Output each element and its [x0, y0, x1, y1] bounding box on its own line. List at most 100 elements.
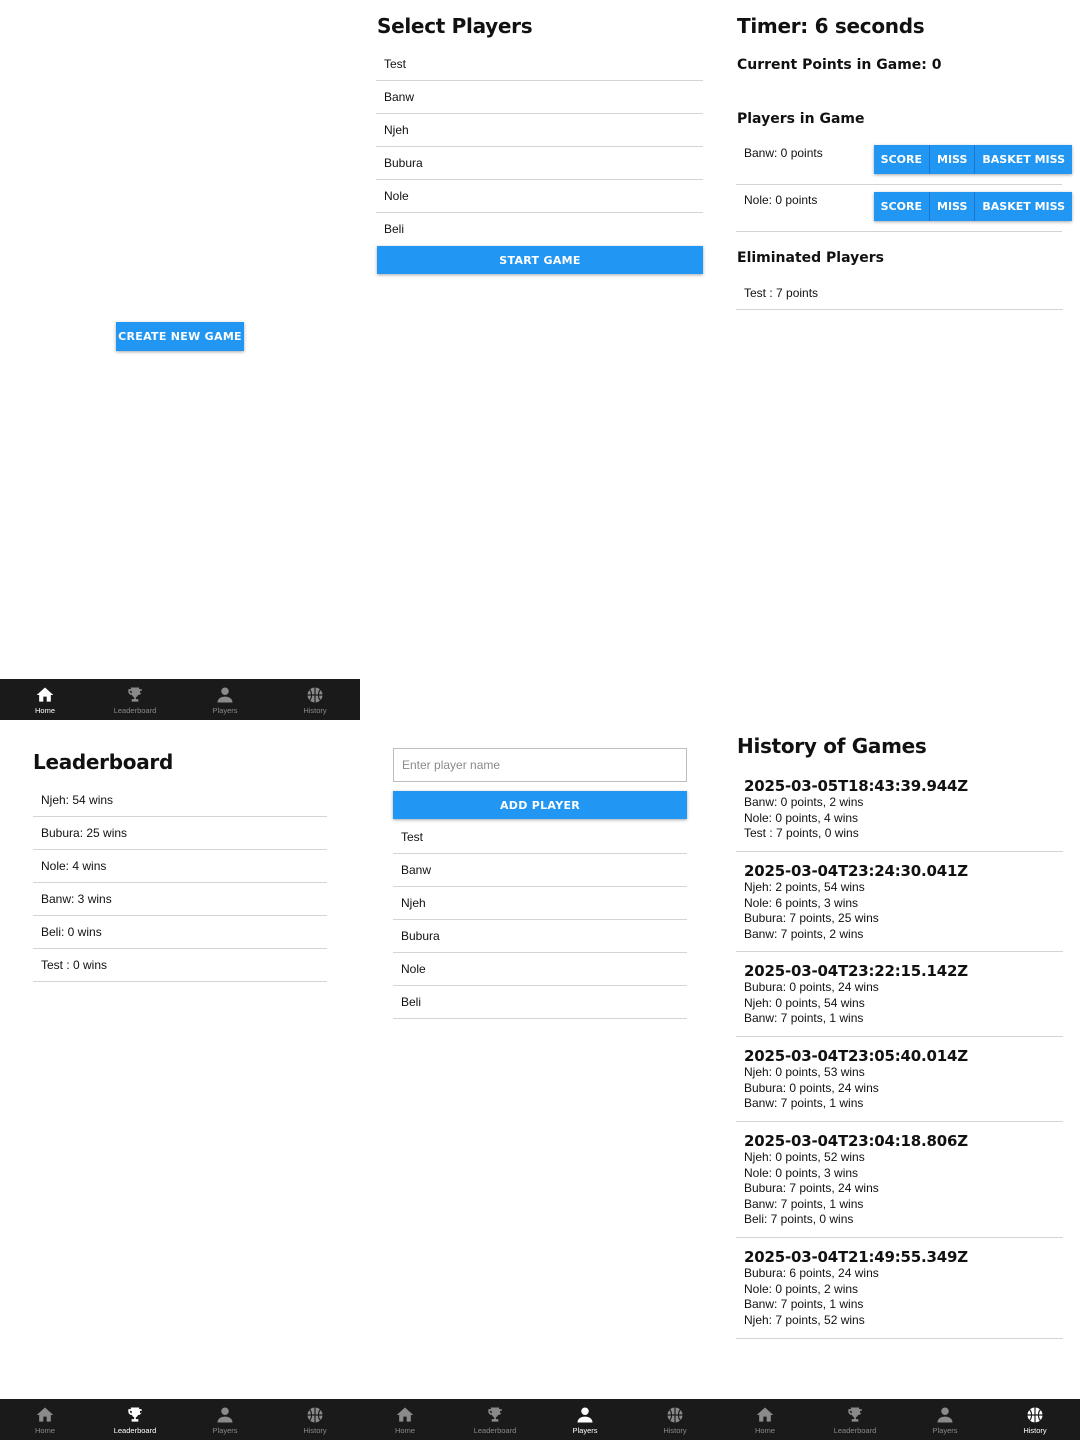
score-button[interactable]: SCORE — [873, 192, 931, 221]
nav-home[interactable]: Home — [0, 1399, 90, 1440]
select-player-item[interactable]: Nole — [376, 179, 703, 213]
history-line: Test : 7 points, 0 wins — [744, 826, 859, 841]
history-entry: 2025-03-05T18:43:39.944Z Banw: 0 points,… — [736, 777, 1063, 852]
nav-home[interactable]: Home — [360, 1399, 450, 1440]
trophy-icon — [848, 1407, 862, 1422]
select-player-item[interactable]: Bubura — [376, 146, 703, 180]
home-icon — [36, 687, 54, 702]
basket-miss-button[interactable]: BASKET MISS — [975, 192, 1072, 221]
eliminated-player-item: Test : 7 points — [736, 276, 1063, 310]
nav-home[interactable]: Home — [720, 1399, 810, 1440]
history-line: Njeh: 7 points, 52 wins — [744, 1312, 865, 1327]
history-date: 2025-03-04T23:04:18.806Z — [744, 1132, 968, 1150]
nav-players[interactable]: Players — [180, 1399, 270, 1440]
player-list-item: Banw — [393, 853, 687, 887]
player-list-item: Beli — [393, 985, 687, 1019]
nav-label: Home — [34, 1426, 55, 1435]
nav-label: Home — [754, 1426, 775, 1435]
player-list-item: Test — [393, 820, 687, 854]
history-date: 2025-03-05T18:43:39.944Z — [744, 777, 968, 795]
current-points: Current Points in Game: 0 — [737, 57, 942, 73]
person-icon — [937, 1407, 953, 1423]
nav-label: Leaderboard — [833, 1426, 877, 1435]
basketball-icon — [307, 687, 323, 703]
nav-label: Players — [212, 1426, 238, 1435]
nav-players[interactable]: Players — [540, 1399, 630, 1440]
add-player-button[interactable]: ADD PLAYER — [393, 791, 687, 819]
nav-history[interactable]: History — [630, 1399, 720, 1440]
history-line: Banw: 7 points, 2 wins — [744, 926, 864, 941]
history-entry: 2025-03-04T21:49:55.349Z Bubura: 6 point… — [736, 1248, 1063, 1339]
history-line: Bubura: 7 points, 25 wins — [744, 911, 879, 926]
player-list-item: Bubura — [393, 919, 687, 953]
home-icon — [36, 1407, 54, 1422]
nav-label: Players — [572, 1426, 598, 1435]
nav-leaderboard[interactable]: Leaderboard — [810, 1399, 900, 1440]
nav-leaderboard[interactable]: Leaderboard — [450, 1399, 540, 1440]
nav-label: Home — [34, 706, 55, 715]
nav-home[interactable]: Home — [0, 679, 90, 720]
select-player-item[interactable]: Beli — [376, 212, 703, 246]
select-player-item[interactable]: Test — [376, 47, 703, 81]
history-line: Njeh: 0 points, 54 wins — [744, 995, 865, 1010]
bottom-nav: Home Leaderboard Players History — [720, 1399, 1080, 1440]
page-title: Select Players — [377, 14, 533, 38]
leaderboard-item: Nole: 4 wins — [33, 849, 327, 883]
nav-label: Home — [394, 1426, 415, 1435]
nav-label: Leaderboard — [113, 706, 157, 715]
history-date: 2025-03-04T21:49:55.349Z — [744, 1248, 968, 1266]
eliminated-players-heading: Eliminated Players — [737, 250, 884, 266]
player-points-label: Banw: 0 points — [744, 146, 823, 160]
player-list-item: Njeh — [393, 886, 687, 920]
history-line: Bubura: 0 points, 24 wins — [744, 1080, 879, 1095]
person-icon — [217, 687, 233, 703]
select-player-item[interactable]: Njeh — [376, 113, 703, 147]
nav-leaderboard[interactable]: Leaderboard — [90, 1399, 180, 1440]
history-entry: 2025-03-04T23:05:40.014Z Njeh: 0 points,… — [736, 1047, 1063, 1122]
start-game-button[interactable]: START GAME — [377, 246, 703, 274]
nav-label: Players — [932, 1426, 958, 1435]
leaderboard-item: Test : 0 wins — [33, 948, 327, 982]
home-screen: CREATE NEW GAME — [0, 0, 360, 720]
score-button[interactable]: SCORE — [873, 145, 931, 174]
nav-players[interactable]: Players — [180, 679, 270, 720]
create-new-game-button[interactable]: CREATE NEW GAME — [116, 322, 244, 351]
basketball-icon — [1027, 1407, 1043, 1423]
nav-label: Players — [212, 706, 238, 715]
select-player-item[interactable]: Banw — [376, 80, 703, 114]
history-line: Bubura: 6 points, 24 wins — [744, 1266, 879, 1280]
history-line: Nole: 0 points, 2 wins — [744, 1281, 859, 1296]
basket-miss-button[interactable]: BASKET MISS — [975, 145, 1072, 174]
miss-button[interactable]: MISS — [930, 192, 976, 221]
nav-label: History — [303, 1426, 327, 1435]
nav-history[interactable]: History — [270, 1399, 360, 1440]
history-line: Banw: 7 points, 1 wins — [744, 1297, 864, 1312]
nav-history[interactable]: History — [270, 679, 360, 720]
timer-display: Timer: 6 seconds — [737, 14, 925, 38]
player-points-label: Nole: 0 points — [744, 193, 818, 207]
miss-button[interactable]: MISS — [930, 145, 976, 174]
home-icon — [396, 1407, 414, 1422]
game-player-row: Banw: 0 points SCORE MISS BASKET MISS — [736, 138, 1072, 185]
history-line: Bubura: 0 points, 24 wins — [744, 980, 879, 994]
trophy-icon — [128, 1407, 142, 1422]
nav-label: History — [1023, 1426, 1047, 1435]
player-name-input[interactable] — [393, 748, 687, 782]
history-line: Njeh: 2 points, 54 wins — [744, 880, 865, 894]
nav-players[interactable]: Players — [900, 1399, 990, 1440]
history-line: Bubura: 7 points, 24 wins — [744, 1181, 879, 1196]
history-date: 2025-03-04T23:05:40.014Z — [744, 1047, 968, 1065]
basketball-icon — [307, 1407, 323, 1423]
history-line: Nole: 6 points, 3 wins — [744, 895, 859, 910]
history-line: Banw: 7 points, 1 wins — [744, 1196, 864, 1211]
person-icon — [577, 1407, 593, 1423]
person-icon — [217, 1407, 233, 1423]
nav-leaderboard[interactable]: Leaderboard — [90, 679, 180, 720]
history-entry: 2025-03-04T23:24:30.041Z Njeh: 2 points,… — [736, 862, 1063, 952]
history-entry: 2025-03-04T23:22:15.142Z Bubura: 0 point… — [736, 962, 1063, 1037]
bottom-nav: Home Leaderboard Players History — [0, 1399, 360, 1440]
nav-history[interactable]: History — [990, 1399, 1080, 1440]
page-title: History of Games — [737, 734, 927, 758]
player-actions: SCORE MISS BASKET MISS — [873, 192, 1072, 221]
history-date: 2025-03-04T23:22:15.142Z — [744, 962, 968, 980]
